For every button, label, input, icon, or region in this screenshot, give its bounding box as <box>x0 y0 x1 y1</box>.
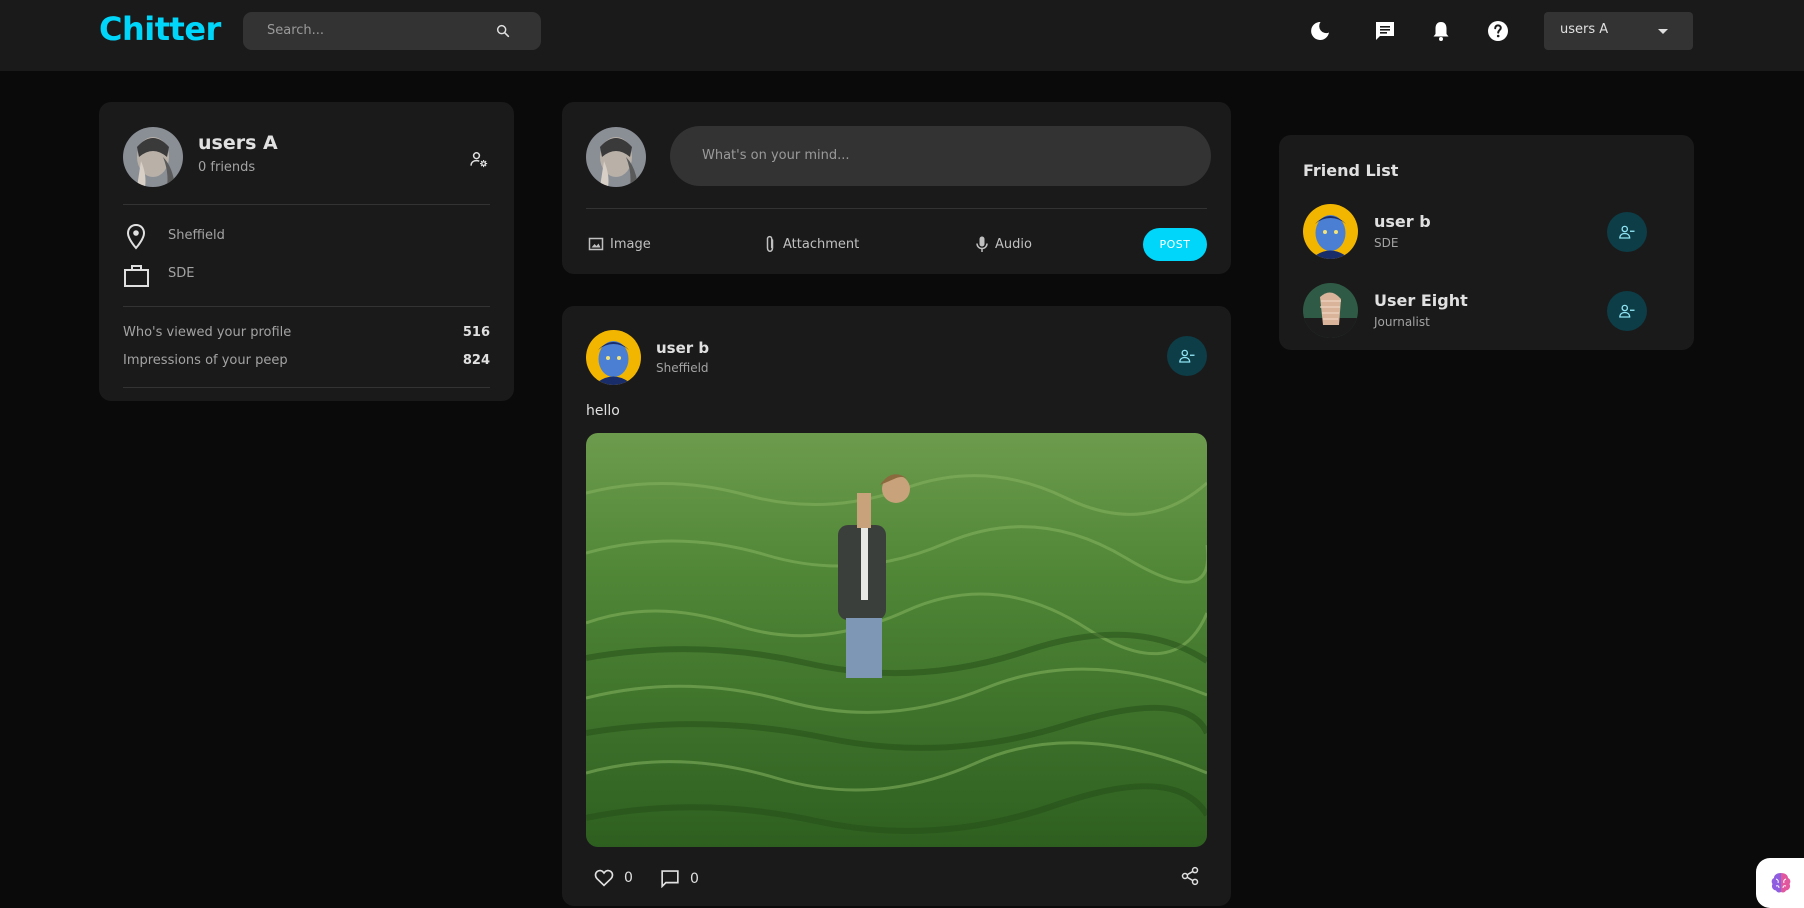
friend-avatar[interactable] <box>1303 204 1358 259</box>
dark-mode-moon-icon[interactable] <box>1308 19 1332 43</box>
profile-card: users A 0 friends Sheffield SDE Who's vi… <box>99 102 514 401</box>
post-author-avatar[interactable] <box>586 330 641 385</box>
notifications-bell-icon[interactable] <box>1429 19 1453 43</box>
profile-friend-count: 0 friends <box>198 160 256 175</box>
friend-subtitle: SDE <box>1374 236 1399 250</box>
post-image[interactable] <box>586 433 1207 847</box>
composer-placeholder: What's on your mind... <box>702 148 850 163</box>
friend-list-title: Friend List <box>1303 161 1399 180</box>
comment-button[interactable]: 0 <box>660 869 699 888</box>
profile-occupation: SDE <box>168 266 195 281</box>
profile-divider <box>123 306 490 307</box>
search-icon[interactable] <box>495 23 511 39</box>
add-image-button[interactable]: Image <box>588 234 651 254</box>
add-audio-button[interactable]: Audio <box>975 234 1032 254</box>
help-icon[interactable] <box>1486 19 1510 43</box>
attachment-paperclip-icon <box>766 235 774 253</box>
user-account-select[interactable]: users A <box>1544 12 1693 50</box>
post-composer: What's on your mind... Image Attachment … <box>562 102 1231 274</box>
image-icon <box>588 237 604 251</box>
profile-divider <box>123 387 490 388</box>
post-author-location: Sheffield <box>656 361 709 375</box>
profile-avatar[interactable] <box>123 127 183 187</box>
microphone-icon <box>976 236 988 252</box>
profile-name[interactable]: users A <box>198 132 278 154</box>
assistant-widget-button[interactable] <box>1756 858 1804 908</box>
like-button[interactable]: 0 <box>594 869 633 887</box>
comment-icon <box>661 870 679 888</box>
post-card: user b Sheffield hello 0 0 <box>562 306 1231 906</box>
location-pin-icon <box>126 223 146 250</box>
stat-label-impressions: Impressions of your peep <box>123 353 288 368</box>
comment-count: 0 <box>690 870 699 887</box>
friend-list-card: Friend List user b SDE User Eight Journa… <box>1279 135 1694 350</box>
person-remove-icon <box>1619 225 1635 239</box>
remove-friend-button[interactable] <box>1607 212 1647 252</box>
manage-accounts-icon[interactable] <box>469 149 489 169</box>
search-placeholder: Search... <box>267 23 325 38</box>
friend-name[interactable]: User Eight <box>1374 291 1468 310</box>
caret-down-icon <box>1658 29 1668 34</box>
profile-divider <box>123 204 490 205</box>
friend-subtitle: Journalist <box>1374 315 1430 329</box>
remove-friend-button[interactable] <box>1607 291 1647 331</box>
search-input[interactable]: Search... <box>243 12 541 50</box>
messages-icon[interactable] <box>1373 19 1397 43</box>
image-label: Image <box>610 236 651 252</box>
audio-label: Audio <box>995 236 1032 252</box>
attachment-label: Attachment <box>783 236 860 252</box>
work-briefcase-icon <box>124 265 149 287</box>
composer-avatar <box>586 127 646 187</box>
stat-value-impressions: 824 <box>462 353 490 368</box>
top-navbar: Chitter Search... users A <box>0 0 1804 71</box>
heart-icon <box>594 869 614 887</box>
friend-name[interactable]: user b <box>1374 212 1431 231</box>
user-select-value: users A <box>1560 22 1609 37</box>
composer-divider <box>586 208 1207 209</box>
add-attachment-button[interactable]: Attachment <box>763 234 859 254</box>
whats-on-your-mind-input[interactable]: What's on your mind... <box>670 126 1211 186</box>
post-button[interactable]: POST <box>1143 228 1207 261</box>
profile-location: Sheffield <box>168 228 225 243</box>
post-text: hello <box>586 403 620 419</box>
stat-value-profile-views: 516 <box>462 325 490 340</box>
friend-avatar[interactable] <box>1303 283 1358 338</box>
brain-icon <box>1771 873 1791 893</box>
like-count: 0 <box>624 870 633 886</box>
remove-friend-button[interactable] <box>1167 336 1207 376</box>
post-author-name[interactable]: user b <box>656 339 709 357</box>
person-remove-icon <box>1619 304 1635 318</box>
share-icon[interactable] <box>1180 866 1200 886</box>
app-logo[interactable]: Chitter <box>99 10 221 48</box>
stat-label-profile-views: Who's viewed your profile <box>123 325 292 340</box>
person-remove-icon <box>1179 349 1195 363</box>
